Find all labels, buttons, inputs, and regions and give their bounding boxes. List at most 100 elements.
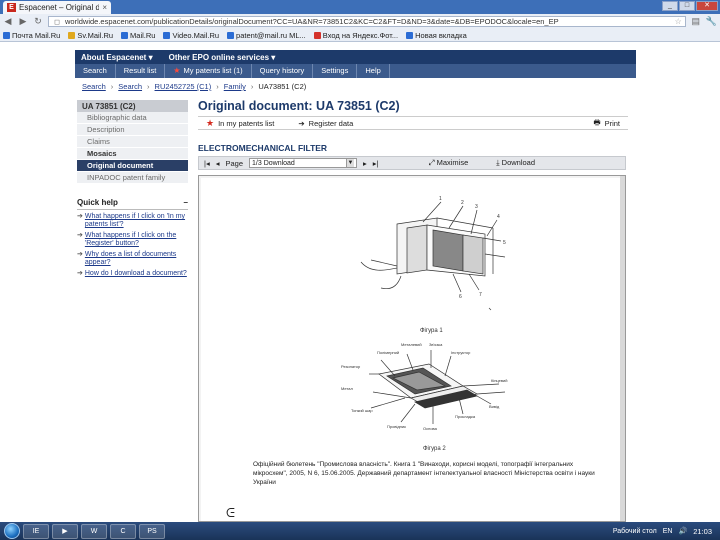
menu-my-patents-label: My patents list (1)	[183, 66, 243, 75]
download-button[interactable]: ⤓ Download	[496, 158, 535, 168]
quick-help-panel: Quick help – ➔ What happens if I click on…	[77, 198, 188, 278]
menu-my-patents[interactable]: ★ My patents list (1)	[165, 64, 252, 78]
web-page: About Espacenet ▾ Other EPO online servi…	[0, 42, 720, 522]
page-icon: ◻	[54, 18, 60, 26]
desktop-toolbar[interactable]: Рабочий стол	[613, 528, 657, 535]
menu-query-history[interactable]: Query history	[252, 64, 314, 78]
star-icon: ★	[173, 66, 181, 75]
bookmarks-bar: Почта Mail.Ru Sv.Mail.Ru Mail.Ru Video.Mail…	[0, 29, 720, 42]
about-espacenet-link[interactable]: About Espacenet ▾	[81, 53, 153, 62]
browser-toolbar: ◀ ▶ ↻ ◻ worldwide.espacenet.com/publicat…	[0, 14, 720, 29]
breadcrumb-search-1[interactable]: Search	[82, 82, 106, 91]
print-button[interactable]: 🖶 Print	[593, 117, 620, 130]
menu-search[interactable]: Search	[75, 64, 116, 78]
bookmark-label: Mail.Ru	[130, 30, 156, 40]
back-icon[interactable]: ◀	[3, 16, 13, 27]
taskbar-app-ie[interactable]: IE	[23, 523, 49, 539]
bookmark-star-icon[interactable]: ☆	[675, 17, 682, 26]
svg-text:3: 3	[475, 204, 478, 210]
speaker-icon[interactable]: 🔊	[679, 527, 688, 535]
prev-page-icon[interactable]: ◂	[216, 159, 220, 168]
add-to-patents-list-button[interactable]: ★ In my patents list	[206, 118, 274, 129]
breadcrumb-family[interactable]: Family	[224, 82, 246, 91]
bookmark-item[interactable]: Почта Mail.Ru	[3, 31, 60, 40]
tab-title: Espacenet – Original document	[19, 3, 100, 12]
tab-close-icon[interactable]: ×	[102, 3, 107, 12]
print-label: Print	[604, 118, 620, 128]
svg-text:7: 7	[479, 292, 482, 298]
address-bar[interactable]: ◻ worldwide.espacenet.com/publicationDet…	[48, 16, 686, 27]
quick-help-link[interactable]: Why does a list of documents appear?	[85, 251, 188, 267]
quick-help-link[interactable]: What happens if I click on 'In my patent…	[85, 213, 188, 229]
page-label: Page	[225, 158, 244, 168]
language-indicator[interactable]: EN	[663, 528, 673, 535]
collapse-icon[interactable]: –	[184, 198, 188, 207]
add-to-patents-list-label: In my patents list	[218, 118, 275, 128]
taskbar-app-word[interactable]: W	[81, 523, 107, 539]
maximise-button[interactable]: ⤢ Maximise	[429, 158, 469, 168]
minimize-icon[interactable]: _	[662, 1, 678, 11]
bookmark-item[interactable]: Новая вкладка	[406, 31, 467, 40]
quick-help-link[interactable]: What happens if I click on the 'Register…	[85, 232, 188, 248]
page-select[interactable]: 1/3 Download ▼	[249, 158, 358, 168]
clock[interactable]: 21:03	[693, 527, 712, 536]
svg-text:Основа: Основа	[423, 426, 438, 431]
sidebar-item[interactable]: Mosaics	[77, 148, 188, 160]
arrow-right-icon: ➔	[77, 251, 83, 258]
document-viewer[interactable]: 1 2 3 4 5 6 7 Полімерний Металевий Зв'яз…	[198, 175, 626, 522]
taskbar-app-chrome[interactable]: C	[110, 523, 136, 539]
maximise-label: Maximise	[436, 158, 469, 167]
next-page-icon[interactable]: ▸	[363, 159, 367, 168]
sidebar-item[interactable]: INPADOC patent family	[77, 172, 188, 184]
quick-help-heading: Quick help	[77, 198, 118, 207]
other-services-link[interactable]: Other EPO online services ▾	[169, 53, 276, 62]
reload-icon[interactable]: ↻	[33, 16, 43, 27]
svg-text:Резонатор: Резонатор	[341, 364, 361, 369]
browser-tab[interactable]: E Espacenet – Original document ×	[3, 1, 111, 14]
menu-settings[interactable]: Settings	[313, 64, 358, 78]
window-close-icon[interactable]: ✕	[696, 1, 718, 11]
register-data-button[interactable]: ➔ Register data	[298, 119, 353, 128]
windows-taskbar: IE ▶ W C PS Рабочий стол EN 🔊 21:03	[0, 522, 720, 540]
menu-help[interactable]: Help	[357, 64, 390, 78]
start-button[interactable]	[4, 523, 20, 539]
last-page-icon[interactable]: ▸|	[373, 159, 379, 168]
breadcrumb: Search › Search › RU2452725 (C1) › Family › …	[82, 82, 306, 91]
sidebar-item[interactable]: Description	[77, 124, 188, 136]
url-text[interactable]: worldwide.espacenet.com/publicationDetai…	[65, 17, 672, 26]
first-page-icon[interactable]: |◂	[204, 159, 210, 168]
svg-text:Вивід: Вивід	[489, 404, 500, 409]
sidebar-item[interactable]: Bibliographic data	[77, 112, 188, 124]
forward-icon[interactable]: ▶	[18, 16, 28, 27]
bookmark-item[interactable]: Sv.Mail.Ru	[68, 31, 113, 40]
breadcrumb-separator: ›	[147, 82, 150, 91]
svg-text:Інструктор: Інструктор	[451, 350, 471, 355]
maximize-icon[interactable]: □	[679, 1, 695, 11]
svg-text:1: 1	[439, 196, 442, 202]
arrow-right-icon: ➔	[77, 232, 83, 239]
sidebar-item[interactable]: Claims	[77, 136, 188, 148]
taskbar-app-photoshop[interactable]: PS	[139, 523, 165, 539]
page-menu-icon[interactable]: ▤	[691, 16, 701, 27]
bookmark-favicon-icon	[163, 31, 171, 39]
register-data-label: Register data	[308, 118, 354, 128]
bookmark-item[interactable]: Вход на Яндекс.Фот...	[313, 31, 398, 40]
quick-help-link[interactable]: How do I download a document?	[85, 270, 187, 278]
sidebar-item[interactable]: Original document	[77, 160, 188, 172]
svg-text:Метал: Метал	[341, 386, 353, 391]
printer-icon: 🖶	[593, 117, 601, 127]
viewer-scrollbar[interactable]	[620, 176, 625, 521]
taskbar-app-media[interactable]: ▶	[52, 523, 78, 539]
bookmark-item[interactable]: Mail.Ru	[121, 31, 155, 40]
wrench-icon[interactable]: 🔧	[706, 16, 717, 27]
download-label: Download	[501, 158, 536, 167]
svg-text:Металевий: Металевий	[401, 342, 422, 347]
breadcrumb-search-2[interactable]: Search	[118, 82, 142, 91]
menu-result-list[interactable]: Result list	[116, 64, 166, 78]
bookmark-item[interactable]: Video.Mail.Ru	[163, 31, 219, 40]
bookmark-label: Video.Mail.Ru	[172, 30, 220, 40]
svg-text:Прокладка: Прокладка	[455, 414, 476, 419]
breadcrumb-ru-doc[interactable]: RU2452725 (C1)	[155, 82, 212, 91]
text-cursor-icon: ᕮ	[226, 506, 235, 520]
bookmark-item[interactable]: patent@mail.ru ML...	[227, 31, 306, 40]
